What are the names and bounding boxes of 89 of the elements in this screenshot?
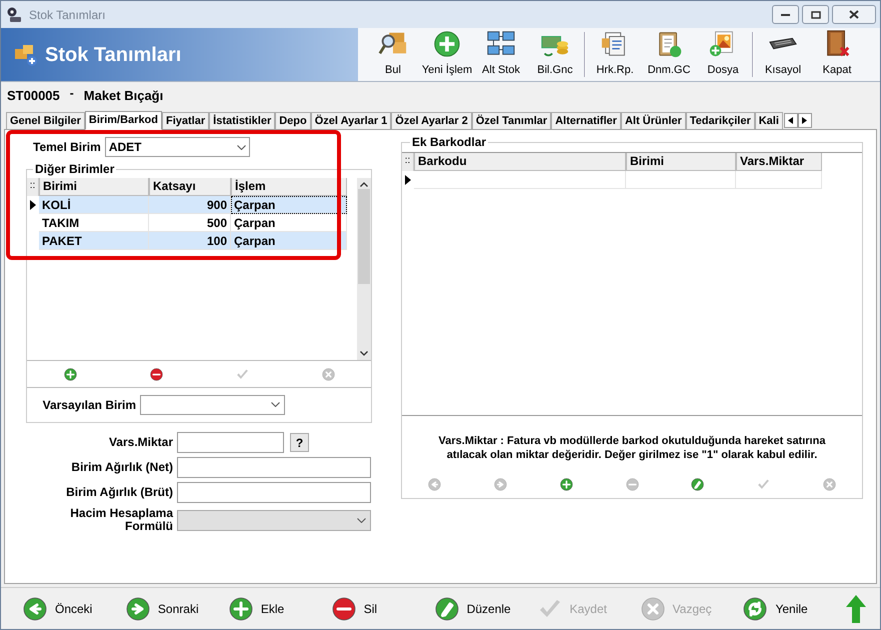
table-cell: TAKIM	[39, 214, 149, 232]
table-cell: Çarpan	[231, 196, 347, 214]
field-label: Birim Ağırlık (Brüt)	[65, 486, 173, 499]
maximize-icon	[810, 10, 820, 18]
left-arrow-icon	[788, 117, 794, 124]
group-title: Diğer Birimler	[33, 161, 116, 177]
current-row-icon	[30, 200, 36, 210]
up-arrow-icon[interactable]	[846, 594, 866, 622]
footer-button[interactable]: Düzenle	[434, 594, 538, 624]
close-button[interactable]	[832, 5, 876, 24]
table-cell: 900	[149, 196, 231, 214]
toolbar-button[interactable]: Dnm.GC	[642, 28, 696, 81]
tab[interactable]: Genel Bilgiler	[6, 112, 85, 129]
tab-scroll-left[interactable]	[784, 113, 798, 128]
tab[interactable]: Özel Ayarlar 1	[310, 112, 392, 129]
close-icon	[849, 10, 859, 19]
table-cell: 100	[149, 232, 231, 250]
record-name: Maket Bıçağı	[84, 87, 164, 106]
refresh-icon	[743, 596, 768, 620]
help-button[interactable]: ?	[290, 433, 309, 452]
tab-scroll-right[interactable]	[798, 113, 812, 128]
table-cell: 500	[149, 214, 231, 232]
dropdown-icon	[357, 518, 366, 522]
row-handle: ::	[27, 178, 39, 196]
minus-icon	[332, 596, 356, 620]
column-header[interactable]: Katsayı	[149, 178, 231, 196]
record-code: ST00005	[7, 87, 60, 106]
field-label: Varsayılan Birim	[42, 396, 136, 414]
tab[interactable]: Kali	[754, 112, 783, 129]
toolbar-button[interactable]: Yeni İşlem	[420, 28, 474, 81]
tab[interactable]: Özel Tanımlar	[472, 112, 552, 129]
minimize-button[interactable]	[772, 5, 799, 24]
scroll-thumb[interactable]	[358, 189, 370, 284]
dropdown-icon	[236, 144, 246, 150]
scrollbar[interactable]	[357, 178, 371, 360]
column-header[interactable]: Birimi	[626, 153, 736, 171]
record-separator: -	[70, 85, 74, 102]
tab[interactable]: Birim/Barkod	[84, 111, 162, 130]
field-label: Temel Birim	[33, 139, 101, 156]
table-cell: KOLİ	[39, 196, 149, 214]
table-cell: Çarpan	[231, 232, 347, 250]
input-field[interactable]	[177, 482, 371, 503]
toolbar-button[interactable]: Dosya	[696, 28, 750, 81]
window-title: Stok Tanımları	[29, 6, 106, 24]
input-field[interactable]	[177, 432, 284, 453]
column-header[interactable]: Birimi	[39, 178, 149, 196]
default-unit-select[interactable]	[140, 394, 285, 414]
dropdown-icon	[271, 402, 280, 407]
tab[interactable]: Alt Ürünler	[620, 112, 686, 129]
tab[interactable]: Depo	[275, 112, 311, 129]
footer-button[interactable]: Sonraki	[126, 594, 229, 624]
tab[interactable]: Tedarikçiler	[686, 112, 755, 129]
column-header[interactable]: Barkodu	[414, 153, 626, 171]
toolbar-button[interactable]: Kısayol	[756, 28, 810, 81]
table-cell: PAKET	[39, 232, 149, 250]
footer-button[interactable]: Yenile	[743, 594, 846, 624]
field-label: Hacim Hesaplama Formülü	[69, 507, 173, 533]
footer-button[interactable]: Ekle	[228, 594, 332, 624]
footer-button[interactable]: Önceki	[23, 594, 126, 624]
toolbar-button[interactable]: Bul	[366, 28, 420, 81]
input-field[interactable]	[177, 457, 371, 478]
tab[interactable]: Alternatifler	[551, 112, 621, 129]
cross-icon	[640, 596, 665, 620]
minimize-icon	[781, 13, 790, 16]
footer-button[interactable]: Sil	[332, 594, 435, 624]
tab[interactable]: Fiyatlar	[162, 112, 210, 129]
tab[interactable]: İstatistikler	[209, 112, 276, 129]
toolbar-button[interactable]: Kapat	[810, 28, 864, 81]
table-cell: Çarpan	[231, 214, 347, 232]
field-label: Vars.Miktar	[108, 436, 173, 449]
pencil-icon	[434, 596, 459, 620]
info-note: Vars.Miktar : Fatura vb modüllerde barkod okutulduğunda hareket satırına atılacak olan miktar değeridir. Değer girilmez ise "1" olarak kabul edilir.	[438, 434, 826, 462]
toolbar-button[interactable]: Hrk.Rp.	[588, 28, 642, 81]
scroll-down-icon	[360, 351, 368, 356]
current-row-icon	[405, 175, 411, 185]
row-handle: ::	[402, 153, 414, 171]
scroll-up-icon	[360, 182, 368, 187]
plus-icon	[228, 596, 253, 620]
base-unit-select[interactable]: ADET	[104, 137, 250, 157]
column-header[interactable]: İşlem	[231, 178, 347, 196]
field-label: Birim Ağırlık (Net)	[70, 461, 173, 474]
header-title: Stok Tanımları	[45, 42, 182, 68]
toolbar-button[interactable]: Alt Stok	[474, 28, 528, 81]
toolbar-button[interactable]: Bil.Gnc	[528, 28, 582, 81]
column-header[interactable]: Vars.Miktar	[736, 153, 822, 171]
right-arrow-icon	[802, 117, 808, 124]
maximize-button[interactable]	[802, 5, 829, 24]
tab[interactable]: Özel Ayarlar 2	[391, 112, 472, 129]
app-icon	[5, 6, 23, 24]
